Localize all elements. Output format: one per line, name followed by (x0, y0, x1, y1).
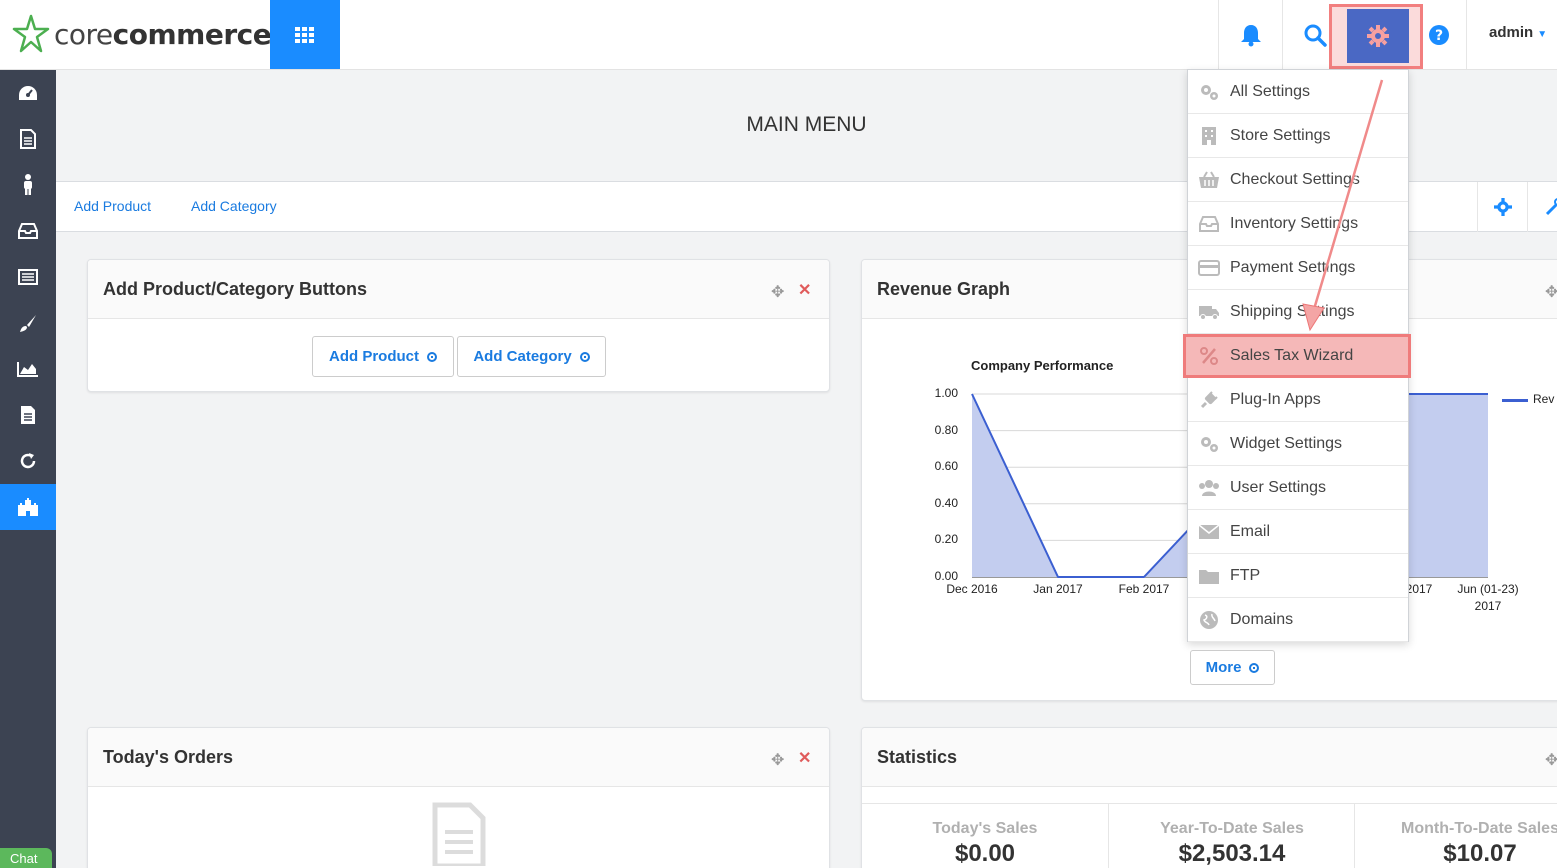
annotation-arrow (1302, 79, 1385, 332)
